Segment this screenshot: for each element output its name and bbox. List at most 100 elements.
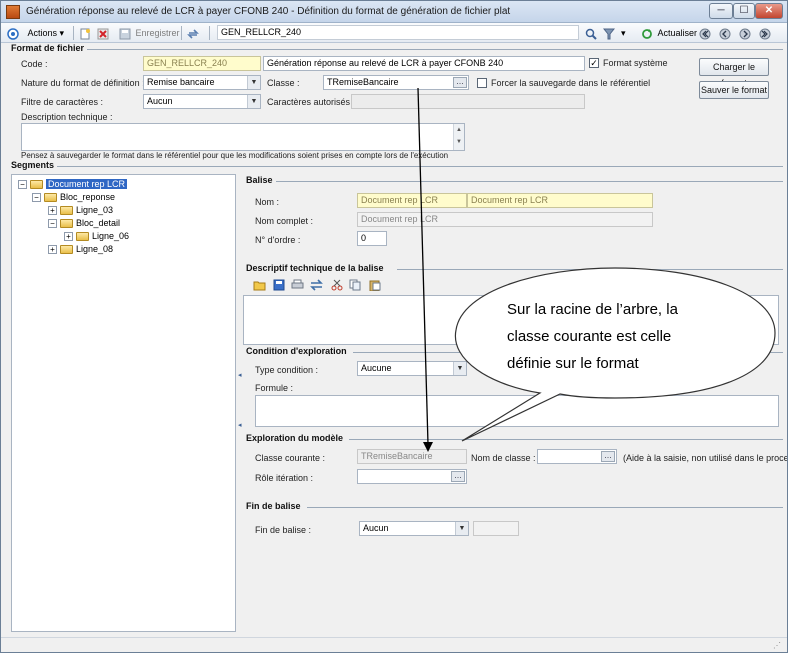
folder-open-icon — [44, 193, 57, 203]
fin-section-line — [307, 507, 783, 508]
save-icon — [119, 28, 131, 40]
system-format-checkbox[interactable]: ✓ — [589, 58, 599, 68]
expand-icon[interactable]: + — [48, 245, 57, 255]
format-description-field[interactable]: Génération réponse au relevé de LCR à pa… — [263, 56, 585, 71]
segments-section-line — [57, 166, 783, 167]
browse-icon[interactable]: … — [451, 471, 465, 482]
record-icon — [7, 27, 19, 40]
fin-balise-select[interactable]: Aucun ▼ — [359, 521, 469, 536]
toolbar-separator — [209, 26, 210, 40]
code-label: Code : — [21, 59, 48, 69]
collapse-icon[interactable]: − — [18, 180, 27, 190]
refresh-button[interactable]: Actualiser — [641, 26, 697, 40]
refresh-label: Actualiser — [657, 28, 698, 38]
copy-icon[interactable] — [349, 279, 361, 291]
chevron-down-icon: ▾ — [59, 28, 65, 38]
role-iteration-field[interactable]: … — [357, 469, 467, 484]
tree-node-label: Ligne_06 — [92, 231, 130, 241]
force-save-checkbox[interactable] — [477, 78, 487, 88]
nom-label: Nom : — [255, 197, 280, 207]
paste-icon[interactable] — [369, 279, 381, 291]
condition-section-label: Condition d'exploration — [246, 346, 347, 356]
ordre-label: N° d'ordre : — [255, 235, 301, 245]
char-filter-select[interactable]: Aucun ▼ — [143, 94, 261, 109]
close-button[interactable]: ✕ — [755, 3, 783, 19]
callout-text: Sur la racine de l’arbre, la classe cour… — [507, 296, 737, 377]
tech-desc-textarea[interactable] — [21, 123, 465, 151]
first-icon — [699, 28, 711, 40]
expand-icon[interactable]: + — [48, 206, 57, 216]
browse-icon[interactable]: … — [601, 451, 615, 462]
save-format-button[interactable]: Sauver le format — [699, 81, 769, 99]
chevron-down-icon[interactable]: ▼ — [247, 95, 260, 108]
search-input[interactable]: GEN_RELLCR_240 — [217, 25, 579, 40]
format-section-label: Format de fichier — [11, 43, 85, 53]
print-icon[interactable] — [291, 279, 304, 291]
minimize-button[interactable]: ─ — [709, 3, 733, 19]
open-folder-icon[interactable] — [253, 279, 266, 291]
transfer-icon[interactable] — [310, 279, 323, 291]
next-record-button[interactable] — [739, 26, 751, 40]
browse-icon[interactable]: … — [453, 77, 467, 88]
status-bar: ⋰ — [1, 637, 787, 652]
tree-node-root[interactable]: − Document rep LCR — [18, 178, 128, 191]
cut-icon[interactable] — [331, 279, 343, 291]
load-format-button[interactable]: Charger le format — [699, 58, 769, 88]
callout-line-2: classe courante est celle — [507, 328, 672, 345]
code-field[interactable]: GEN_RELLCR_240 — [143, 56, 261, 71]
segments-tree[interactable]: − Document rep LCR − Bloc_reponse + Ligne_0… — [11, 174, 236, 632]
allowed-chars-field[interactable] — [351, 94, 585, 109]
expand-icon[interactable]: + — [64, 232, 73, 242]
type-condition-label: Type condition : — [255, 365, 319, 375]
splitter-left-icon[interactable]: ◂ — [238, 371, 242, 381]
char-filter-label: Filtre de caractères : — [21, 97, 104, 107]
save-button[interactable]: Enregistrer — [119, 26, 180, 40]
first-record-button[interactable] — [699, 26, 711, 40]
formule-textarea[interactable] — [255, 395, 779, 427]
collapse-icon[interactable]: − — [32, 193, 41, 203]
last-icon — [759, 28, 771, 40]
system-format-label: Format système — [603, 58, 668, 68]
chevron-down-icon[interactable]: ▼ — [247, 76, 260, 89]
tree-node-label: Bloc_detail — [76, 218, 121, 228]
ordre-field[interactable]: 0 — [357, 231, 387, 246]
search-button[interactable] — [585, 26, 597, 40]
previous-record-button[interactable] — [719, 26, 731, 40]
tree-node-ligne-06[interactable]: + Ligne_06 — [64, 230, 129, 243]
allowed-chars-label: Caractères autorisés : — [267, 97, 356, 107]
splitter-left-icon[interactable]: ◂ — [238, 421, 242, 431]
resize-grip-icon[interactable]: ⋰ — [773, 641, 781, 650]
nom-field[interactable]: Document rep LCR — [357, 193, 467, 208]
tree-node-ligne-08[interactable]: + Ligne_08 — [48, 243, 113, 256]
chevron-down-icon[interactable]: ▼ — [453, 362, 466, 375]
tree-node-bloc-detail[interactable]: − Bloc_detail — [48, 217, 120, 230]
nature-value: Remise bancaire — [147, 77, 215, 87]
nature-select[interactable]: Remise bancaire ▼ — [143, 75, 261, 90]
filter-button[interactable] — [603, 26, 615, 40]
type-condition-select[interactable]: Aucune ▼ — [357, 361, 467, 376]
save-icon[interactable] — [273, 279, 285, 291]
title-bar[interactable]: Génération réponse au relevé de LCR à pa… — [1, 1, 787, 23]
collapse-icon[interactable]: − — [48, 219, 57, 229]
nom-complet-field[interactable]: Document rep LCR — [357, 212, 653, 227]
delete-button[interactable] — [97, 26, 109, 40]
class-field[interactable]: TRemiseBancaire … — [323, 75, 469, 90]
save-hint: Pensez à sauvegarder le format dans le r… — [21, 151, 449, 160]
role-iteration-label: Rôle itération : — [255, 473, 314, 483]
maximize-button[interactable]: ☐ — [733, 3, 755, 19]
nom-classe-field[interactable]: … — [537, 449, 617, 464]
nom-secondary-field[interactable]: Document rep LCR — [467, 193, 653, 208]
fin-balise-extra-field[interactable] — [473, 521, 519, 536]
toolbar: Actions ▾ Enregistrer GEN_RELLCR_240 ▾ A — [1, 23, 787, 43]
actions-menu[interactable]: Actions ▾ — [7, 26, 64, 40]
exploration-section-label: Exploration du modèle — [246, 433, 344, 443]
chevron-down-icon[interactable]: ▼ — [455, 522, 468, 535]
last-record-button[interactable] — [759, 26, 771, 40]
tech-desc-scrollbar[interactable]: ▲ ▼ — [453, 124, 464, 150]
new-button[interactable] — [79, 26, 91, 40]
tree-node-bloc-reponse[interactable]: − Bloc_reponse — [32, 191, 115, 204]
filter-dropdown[interactable]: ▾ — [621, 26, 626, 40]
classe-courante-field[interactable]: TRemiseBancaire — [357, 449, 467, 464]
sync-button[interactable] — [187, 26, 199, 40]
tree-node-ligne-03[interactable]: + Ligne_03 — [48, 204, 113, 217]
